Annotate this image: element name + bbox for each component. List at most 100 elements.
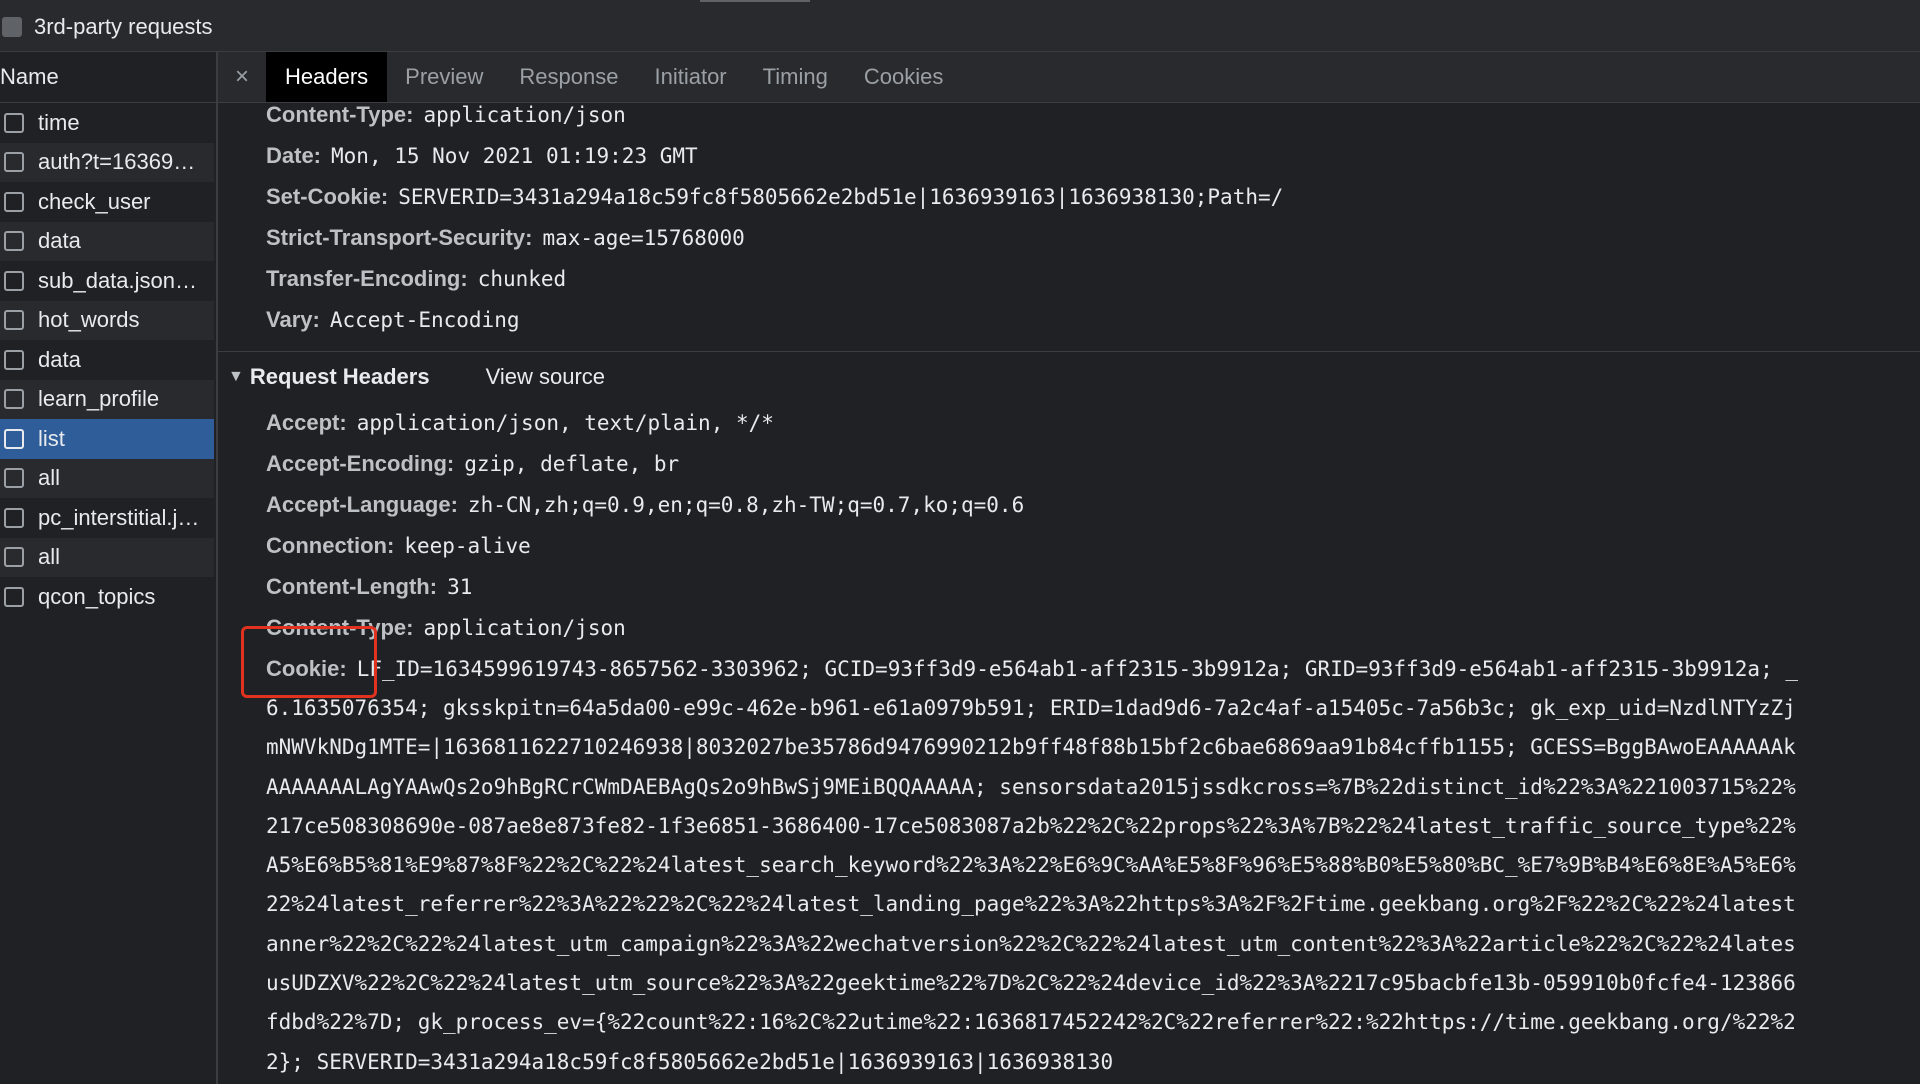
header-value: keep-alive bbox=[404, 534, 531, 558]
request-checkbox[interactable] bbox=[4, 547, 24, 568]
request-row[interactable]: check_user bbox=[0, 182, 214, 222]
request-header-row: Accept: application/json, text/plain, */… bbox=[266, 406, 774, 440]
cookie-line: anner%22%2C%22%24latest_utm_campaign%22%… bbox=[266, 931, 1796, 956]
tab-headers[interactable]: Headers bbox=[266, 52, 388, 102]
response-header-row: Date: Mon, 15 Nov 2021 01:19:23 GMT bbox=[266, 139, 698, 173]
request-row[interactable]: learn_profile bbox=[0, 379, 214, 419]
header-key: Vary: bbox=[266, 307, 320, 332]
request-checkbox[interactable] bbox=[4, 468, 24, 489]
header-value: LF_ID=1634599619743-8657562-3303962; GCI… bbox=[356, 657, 1798, 681]
header-value: Mon, 15 Nov 2021 01:19:23 GMT bbox=[331, 144, 698, 168]
resize-handle[interactable] bbox=[700, 0, 810, 2]
request-row[interactable]: data bbox=[0, 340, 214, 380]
cookie-line: AAAAAAALAgYAAwQs2o9hBgRCrCWmDAEBAgQs2o9h… bbox=[266, 774, 1796, 799]
request-checkbox[interactable] bbox=[4, 270, 24, 291]
request-row[interactable]: time bbox=[0, 103, 214, 143]
cookie-line: 22%24latest_referrer%22%3A%22%22%2C%22%2… bbox=[266, 892, 1796, 917]
third-party-checkbox[interactable] bbox=[2, 17, 22, 37]
third-party-label: 3rd-party requests bbox=[34, 14, 213, 39]
request-name: pc_interstitial.j… bbox=[38, 504, 200, 530]
header-key: Strict-Transport-Security: bbox=[266, 225, 533, 250]
header-key: Transfer-Encoding: bbox=[266, 266, 468, 291]
cookie-highlight-annotation bbox=[241, 626, 377, 698]
expand-triangle-icon[interactable]: ▼ bbox=[228, 368, 244, 386]
filter-bar: 3rd-party requests bbox=[0, 0, 1920, 52]
header-value: chunked bbox=[477, 267, 567, 291]
tab-timing[interactable]: Timing bbox=[745, 52, 846, 102]
request-row[interactable]: all bbox=[0, 458, 214, 498]
request-list: time auth?t=16369… check_user data sub_d… bbox=[0, 103, 216, 617]
request-row[interactable]: all bbox=[0, 537, 214, 577]
header-value: 31 bbox=[447, 575, 473, 599]
response-header-row: Content-Type: application/json bbox=[266, 98, 626, 132]
request-row[interactable]: sub_data.json… bbox=[0, 261, 214, 301]
request-checkbox[interactable] bbox=[4, 586, 24, 607]
request-checkbox[interactable] bbox=[4, 152, 24, 173]
request-header-row: Accept-Language: zh-CN,zh;q=0.9,en;q=0.8… bbox=[266, 488, 1024, 522]
header-key: Content-Type: bbox=[266, 102, 414, 127]
view-source-link[interactable]: View source bbox=[486, 364, 605, 390]
request-checkbox[interactable] bbox=[4, 231, 24, 252]
section-divider bbox=[218, 351, 1920, 352]
request-list-panel: Name time auth?t=16369… check_user data … bbox=[0, 52, 218, 1084]
request-row[interactable]: data bbox=[0, 221, 214, 261]
header-key: Content-Length: bbox=[266, 574, 438, 599]
tab-response[interactable]: Response bbox=[501, 52, 636, 102]
request-row[interactable]: auth?t=16369… bbox=[0, 142, 214, 182]
request-name: sub_data.json… bbox=[38, 267, 197, 293]
request-checkbox[interactable] bbox=[4, 310, 24, 331]
cookie-line: fdbd%22%7D; gk_process_ev={%22count%22:1… bbox=[266, 1010, 1796, 1035]
third-party-requests-filter[interactable]: 3rd-party requests bbox=[0, 14, 213, 40]
cookie-value-continuation: 6.1635076354; gksskpitn=64a5da00-e99c-46… bbox=[266, 689, 1796, 1082]
header-key: Date: bbox=[266, 143, 322, 168]
request-name: time bbox=[38, 109, 80, 135]
request-name: check_user bbox=[38, 188, 151, 214]
request-headers-section-header[interactable]: ▼ Request Headers View source bbox=[228, 360, 605, 394]
request-row[interactable]: qcon_topics bbox=[0, 577, 214, 617]
cookie-line: 217ce508308690e-087ae8e873fe82-1f3e6851-… bbox=[266, 813, 1796, 838]
request-name: learn_profile bbox=[38, 386, 160, 412]
request-name: auth?t=16369… bbox=[38, 149, 196, 175]
cookie-line: 6.1635076354; gksskpitn=64a5da00-e99c-46… bbox=[266, 696, 1796, 720]
request-name: qcon_topics bbox=[38, 583, 156, 609]
request-name: all bbox=[38, 465, 61, 491]
response-header-row: Vary: Accept-Encoding bbox=[266, 303, 519, 337]
request-name: data bbox=[38, 346, 81, 372]
request-row[interactable]: pc_interstitial.j… bbox=[0, 498, 214, 538]
header-value: Accept-Encoding bbox=[329, 308, 520, 332]
request-checkbox[interactable] bbox=[4, 507, 24, 528]
header-key: Accept-Encoding: bbox=[266, 451, 455, 476]
section-title: Request Headers bbox=[249, 364, 430, 389]
tab-initiator[interactable]: Initiator bbox=[636, 52, 744, 102]
request-header-row: Connection: keep-alive bbox=[266, 529, 531, 563]
header-value: max-age=15768000 bbox=[542, 226, 745, 250]
response-header-row: Transfer-Encoding: chunked bbox=[266, 262, 566, 296]
request-header-row: Accept-Encoding: gzip, deflate, br bbox=[266, 447, 679, 481]
request-name: list bbox=[38, 425, 65, 451]
cookie-line: 2}; SERVERID=3431a294a18c59fc8f5805662e2… bbox=[266, 1049, 1114, 1074]
cookie-line: usUDZXV%22%2C%22%24latest_utm_source%22%… bbox=[266, 971, 1796, 996]
request-checkbox[interactable] bbox=[4, 428, 24, 449]
request-header-row: Content-Length: 31 bbox=[266, 570, 472, 604]
details-tab-bar: × Headers Preview Response Initiator Tim… bbox=[218, 52, 1920, 103]
name-column-header[interactable]: Name bbox=[0, 52, 216, 103]
request-name: hot_words bbox=[38, 307, 140, 333]
tab-cookies[interactable]: Cookies bbox=[846, 52, 961, 102]
request-row-selected[interactable]: list bbox=[0, 419, 214, 459]
header-value: SERVERID=3431a294a18c59fc8f5805662e2bd51… bbox=[398, 185, 1284, 209]
request-checkbox[interactable] bbox=[4, 389, 24, 410]
name-column-label: Name bbox=[0, 64, 59, 89]
header-value: zh-CN,zh;q=0.9,en;q=0.8,zh-TW;q=0.7,ko;q… bbox=[467, 493, 1025, 517]
request-checkbox[interactable] bbox=[4, 112, 24, 133]
header-value: gzip, deflate, br bbox=[464, 452, 680, 476]
header-key: Accept-Language: bbox=[266, 492, 458, 517]
close-icon[interactable]: × bbox=[218, 52, 266, 102]
response-header-row: Set-Cookie: SERVERID=3431a294a18c59fc8f5… bbox=[266, 180, 1283, 214]
request-checkbox[interactable] bbox=[4, 349, 24, 370]
header-key: Connection: bbox=[266, 533, 395, 558]
response-header-row: Strict-Transport-Security: max-age=15768… bbox=[266, 221, 745, 255]
header-value: application/json bbox=[423, 616, 626, 640]
request-checkbox[interactable] bbox=[4, 191, 24, 212]
tab-preview[interactable]: Preview bbox=[387, 52, 501, 102]
request-row[interactable]: hot_words bbox=[0, 300, 214, 340]
